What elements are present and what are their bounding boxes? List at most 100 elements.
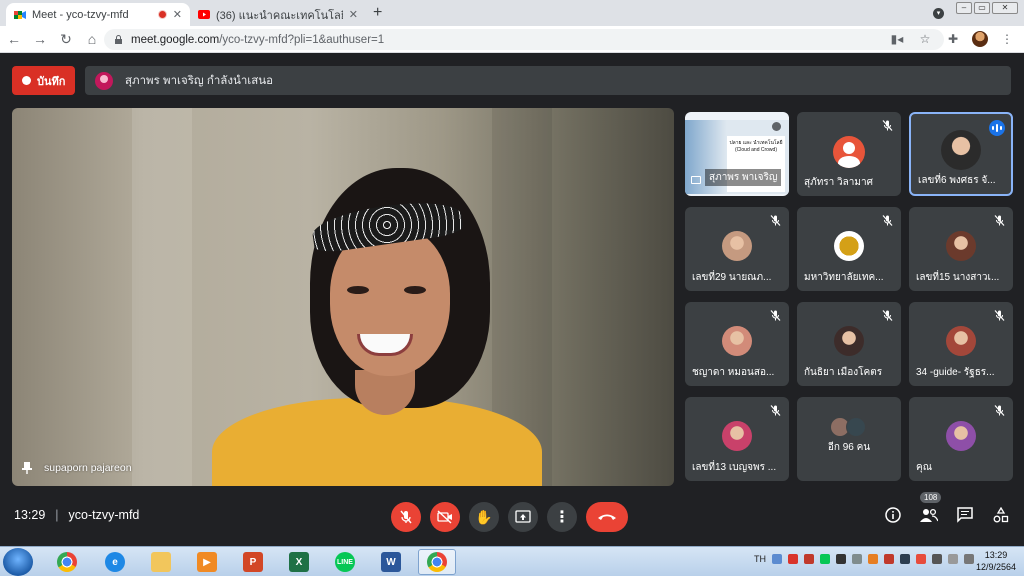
chrome-taskbar-icon[interactable] bbox=[48, 549, 86, 575]
browser-toolbar: ← → ↻ ⌂ meet.google.com /yco-tzvy-mfd?pl… bbox=[0, 26, 1024, 53]
mic-muted-icon bbox=[882, 310, 893, 321]
participant-avatar bbox=[941, 130, 981, 170]
windows-taskbar: e ▶ P X LINE W TH 13:29 12/9/2564 bbox=[0, 546, 1024, 576]
close-tab-icon[interactable]: ✕ bbox=[173, 8, 182, 21]
participant-tile[interactable]: ชญาดา หมอนสอ... bbox=[685, 302, 789, 386]
camera-off-button[interactable] bbox=[430, 502, 460, 532]
excel-icon[interactable]: X bbox=[280, 549, 318, 575]
home-icon[interactable]: ⌂ bbox=[80, 27, 104, 51]
speaker-name-label: supaporn pajareon bbox=[22, 462, 132, 474]
leave-call-button[interactable] bbox=[586, 502, 628, 532]
extensions-icon[interactable]: ✚ bbox=[944, 30, 962, 48]
system-clock[interactable]: 13:29 12/9/2564 bbox=[974, 549, 1018, 573]
maximize-icon[interactable]: ▭ bbox=[974, 2, 990, 14]
bookmark-star-icon[interactable]: ☆ bbox=[916, 30, 934, 48]
participant-tile[interactable]: กันธิยา เมืองโคตร bbox=[797, 302, 901, 386]
address-bar[interactable]: meet.google.com /yco-tzvy-mfd?pli=1&auth… bbox=[104, 29, 944, 50]
university-logo-avatar bbox=[834, 231, 864, 261]
forward-icon[interactable]: → bbox=[28, 27, 52, 51]
tray-app-icon[interactable] bbox=[836, 554, 846, 564]
powerpoint-icon[interactable]: P bbox=[234, 549, 272, 575]
clock-time: 13:29 bbox=[984, 550, 1008, 560]
tray-app-icon[interactable] bbox=[772, 554, 782, 564]
presenter-avatar bbox=[95, 71, 113, 90]
participant-tile[interactable]: 34 -guide- รัฐธร... bbox=[909, 302, 1013, 386]
presentation-tile[interactable]: ปลาย และ นำเทคโนโลยี (Cloud and Crowd) สุ… bbox=[685, 112, 789, 196]
tray-app-icon[interactable] bbox=[900, 554, 910, 564]
tray-app-icon[interactable] bbox=[852, 554, 862, 564]
tray-app-icon[interactable] bbox=[788, 554, 798, 564]
participant-avatar bbox=[946, 326, 976, 356]
activities-button[interactable] bbox=[992, 506, 1010, 524]
more-options-button[interactable]: ⋮ bbox=[547, 502, 577, 532]
tray-line-icon[interactable] bbox=[820, 554, 830, 564]
start-button-icon[interactable] bbox=[3, 548, 33, 576]
language-indicator[interactable]: TH bbox=[754, 554, 766, 564]
tab-title: Meet - yco-tzvy-mfd bbox=[32, 8, 129, 21]
participant-avatar bbox=[833, 136, 865, 168]
meeting-details-button[interactable] bbox=[884, 506, 902, 524]
minimize-icon[interactable]: – bbox=[956, 2, 972, 14]
close-window-icon[interactable]: ✕ bbox=[992, 2, 1018, 14]
other-participants-avatars bbox=[830, 417, 870, 439]
participant-tile[interactable]: เลขที่13 เบญจพร ... bbox=[685, 397, 789, 481]
speaker-volume-icon[interactable] bbox=[948, 554, 958, 564]
participant-tile[interactable]: เลขที่15 นางสาวเ... bbox=[909, 207, 1013, 291]
line-app-icon[interactable]: LINE bbox=[326, 549, 364, 575]
people-icon bbox=[920, 508, 938, 522]
participant-avatar bbox=[834, 326, 864, 356]
file-explorer-icon[interactable] bbox=[142, 549, 180, 575]
mic-off-icon bbox=[400, 510, 412, 524]
word-icon[interactable]: W bbox=[372, 549, 410, 575]
people-button[interactable]: 108 bbox=[920, 492, 942, 524]
media-player-icon[interactable]: ▶ bbox=[188, 549, 226, 575]
raise-hand-icon: ✋ bbox=[475, 508, 493, 525]
chat-icon bbox=[957, 507, 973, 523]
network-icon[interactable] bbox=[964, 554, 974, 564]
profile-avatar[interactable] bbox=[972, 31, 988, 47]
camera-in-use-icon[interactable]: ▮◂ bbox=[888, 30, 906, 48]
tab-meet[interactable]: Meet - yco-tzvy-mfd ✕ bbox=[6, 3, 190, 26]
tray-app-icon[interactable] bbox=[932, 554, 942, 564]
back-icon[interactable]: ← bbox=[2, 27, 26, 51]
reload-icon[interactable]: ↻ bbox=[54, 27, 78, 51]
participant-tile[interactable]: เลขที่29 นายณภ... bbox=[685, 207, 789, 291]
window-controls: – ▭ ✕ bbox=[956, 2, 1018, 14]
participant-tile[interactable]: คุณ bbox=[909, 397, 1013, 481]
menu-kebab-icon[interactable]: ⋮ bbox=[998, 30, 1016, 48]
participant-tile[interactable]: เลขที่6 พงศธร จั... bbox=[909, 112, 1013, 196]
mic-muted-icon bbox=[882, 120, 893, 131]
chrome-active-taskbar-icon[interactable] bbox=[418, 549, 456, 575]
participant-tile[interactable]: สุภัทรา วิลามาศ bbox=[797, 112, 901, 196]
pin-icon[interactable] bbox=[22, 462, 32, 474]
meeting-controls-bar: 13:29 | yco-tzvy-mfd ✋ ⋮ 108 bbox=[0, 492, 1024, 546]
mic-muted-icon bbox=[994, 310, 1005, 321]
participant-name: เลขที่13 เบญจพร ... bbox=[692, 462, 777, 473]
tab-youtube[interactable]: (36) แนะนำคณะเทคโนโลยีการเกษตร ✕ bbox=[190, 3, 366, 26]
tab-search-icon[interactable]: ▾ bbox=[933, 8, 944, 19]
speaker-name: supaporn pajareon bbox=[44, 462, 132, 474]
record-label: บันทึก bbox=[37, 75, 66, 88]
presenting-banner[interactable]: สุภาพร พาเจริญ กำลังนำเสนอ bbox=[85, 66, 1011, 95]
present-now-button[interactable] bbox=[508, 502, 538, 532]
tray-app-icon[interactable] bbox=[868, 554, 878, 564]
tray-app-icon[interactable] bbox=[884, 554, 894, 564]
participant-name: มหาวิทยาลัยเทค... bbox=[804, 272, 884, 283]
participant-tile[interactable]: อีก 96 คน bbox=[797, 397, 901, 481]
main-video[interactable]: supaporn pajareon bbox=[12, 108, 674, 486]
speaking-indicator-icon bbox=[989, 120, 1005, 136]
raise-hand-button[interactable]: ✋ bbox=[469, 502, 499, 532]
participant-name: 34 -guide- รัฐธร... bbox=[916, 367, 995, 378]
participant-tile[interactable]: มหาวิทยาลัยเทค... bbox=[797, 207, 901, 291]
lock-icon bbox=[115, 35, 122, 44]
mic-muted-icon bbox=[882, 215, 893, 226]
tray-app-icon[interactable] bbox=[916, 554, 926, 564]
participant-avatar bbox=[722, 421, 752, 451]
chat-button[interactable] bbox=[956, 506, 974, 524]
close-tab-icon[interactable]: ✕ bbox=[349, 8, 358, 21]
internet-explorer-icon[interactable]: e bbox=[96, 549, 134, 575]
new-tab-icon[interactable]: + bbox=[373, 4, 382, 22]
mic-off-button[interactable] bbox=[391, 502, 421, 532]
record-button[interactable]: บันทึก bbox=[12, 66, 76, 95]
tray-app-icon[interactable] bbox=[804, 554, 814, 564]
